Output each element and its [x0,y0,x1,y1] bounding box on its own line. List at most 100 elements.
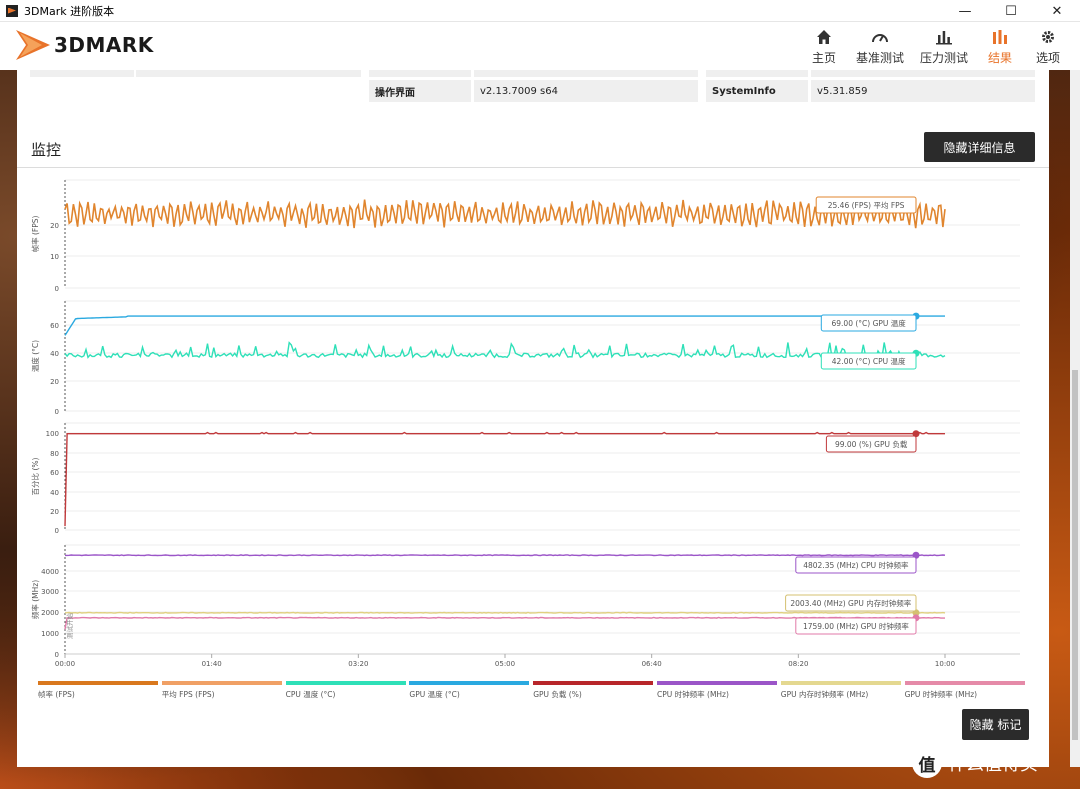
annotation-label: 测试开始 [65,613,74,640]
marker-label: 2003.40 (MHz) GPU 内存时钟频率 [790,598,911,608]
legend-item[interactable]: CPU 温度 (°C) [285,681,406,701]
series-line [64,431,945,527]
results-icon [992,26,1008,48]
series-line [64,341,946,359]
y-tick-label: 2000 [41,609,59,617]
y-tick-label: 0 [55,285,59,293]
y-axis-label: 温度 (°C) [30,340,40,372]
x-tick-label: 08:20 [788,660,808,668]
y-axis-label: 频率 (MHz) [30,580,40,619]
legend-label: GPU 温度 (°C) [409,690,460,699]
legend-label: 平均 FPS (FPS) [161,690,215,699]
app-icon [6,4,18,17]
y-tick-label: 20 [50,222,59,230]
nav-item-results[interactable]: 结果 [984,26,1016,66]
close-button[interactable]: ✕ [1034,0,1080,22]
info-label-interface: 操作界面 [369,80,471,102]
x-tick-label: 01:40 [202,660,222,668]
x-tick-label: 03:20 [348,660,368,668]
series-line [64,199,946,229]
gear-icon [1040,26,1056,48]
legend-swatch [285,681,406,685]
y-tick-label: 10 [50,253,59,261]
x-tick-label: 10:00 [935,660,955,668]
y-tick-label: 1000 [41,630,59,638]
series-line [65,554,946,557]
legend-item[interactable]: GPU 负载 (%) [533,681,654,701]
nav-label: 结果 [987,51,1012,65]
hide-markers-button[interactable]: 隐藏 标记 [962,709,1029,740]
hide-details-button[interactable]: 隐藏详细信息 [924,132,1035,162]
info-cell [136,70,361,77]
info-cell [706,70,808,77]
y-tick-label: 4000 [41,568,59,576]
marker-label: 4802.35 (MHz) CPU 时钟频率 [803,560,909,570]
logo-text: 3DMARK [54,33,154,57]
marker-label: 25.46 (FPS) 平均 FPS [828,200,905,210]
y-tick-label: 0 [55,651,59,659]
legend-label: GPU 内存时钟频率 (MHz) [780,690,869,699]
window-title: 3DMark 进阶版本 [24,4,115,18]
series-line [64,315,945,336]
legend-item[interactable]: 帧率 (FPS) [38,681,158,701]
maximize-button[interactable]: ☐ [988,0,1034,22]
y-tick-label: 60 [50,322,59,330]
watermark-badge: 值 [912,748,942,778]
info-cell [30,70,134,77]
y-tick-label: 20 [50,508,59,516]
legend-item[interactable]: CPU 时钟频率 (MHz) [657,681,777,701]
y-tick-label: 3000 [41,588,59,596]
legend-swatch [657,681,777,685]
legend-label: CPU 温度 (°C) [285,690,336,699]
nav-label: 基准测试 [855,51,904,65]
y-tick-label: 80 [50,450,59,458]
app-header: 3DMARK 主页 基准测试 压力测试 结果 选项 [0,22,1080,70]
nav-label: 选项 [1035,51,1060,65]
series-line [64,611,946,614]
info-value-systeminfo: v5.31.859 [811,80,1035,102]
main-nav: 主页 基准测试 压力测试 结果 选项 [800,26,1072,66]
legend-swatch [409,681,530,685]
chart-legend: 帧率 (FPS) 平均 FPS (FPS) CPU 温度 (°C) GPU 温度 (°… [38,681,1028,701]
nav-item-benchmark[interactable]: 基准测试 [856,26,904,66]
legend-item[interactable]: GPU 温度 (°C) [409,681,530,701]
info-value-interface: v2.13.7009 s64 [474,80,698,102]
y-tick-label: 40 [50,489,59,497]
y-tick-label: 0 [55,527,59,535]
legend-item[interactable]: 平均 FPS (FPS) [161,681,282,701]
monitor-title: 监控 [31,141,62,159]
watermark: 值 什么值得买 [912,748,1038,778]
minimize-button[interactable]: — [942,0,988,22]
info-cell [811,70,1035,77]
nav-label: 压力测试 [919,51,968,65]
home-icon [816,26,832,48]
x-tick-label: 00:00 [55,660,75,668]
nav-item-stress-test[interactable]: 压力测试 [920,26,968,66]
legend-swatch [161,681,282,685]
gauge-icon [871,26,889,48]
y-tick-label: 0 [55,408,59,416]
legend-item[interactable]: GPU 内存时钟频率 (MHz) [780,681,901,701]
bar-chart-icon [935,26,952,48]
legend-item[interactable]: GPU 时钟频率 (MHz) [904,681,1025,701]
nav-item-options[interactable]: 选项 [1032,26,1064,66]
legend-label: GPU 时钟频率 (MHz) [904,690,978,699]
y-tick-label: 40 [50,350,59,358]
y-axis-label: 帧率 (FPS) [30,216,40,253]
info-label-systeminfo: SystemInfo [706,80,808,102]
marker-label: 69.00 (°C) GPU 温度 [832,318,907,328]
nav-label: 主页 [811,51,836,65]
marker-label: 99.00 (%) GPU 负载 [835,439,908,449]
scrollbar-thumb[interactable] [1072,370,1078,740]
scrollbar[interactable] [1070,70,1080,767]
y-tick-label: 20 [50,378,59,386]
y-tick-label: 100 [46,430,59,438]
info-cell [474,70,698,77]
x-tick-label: 06:40 [642,660,662,668]
y-axis-label: 百分比 (%) [30,458,40,496]
legend-swatch [533,681,654,685]
legend-label: 帧率 (FPS) [38,690,75,699]
marker-label: 42.00 (°C) CPU 温度 [832,356,906,366]
nav-item-home[interactable]: 主页 [808,26,840,66]
logo-mark-icon [16,30,50,60]
